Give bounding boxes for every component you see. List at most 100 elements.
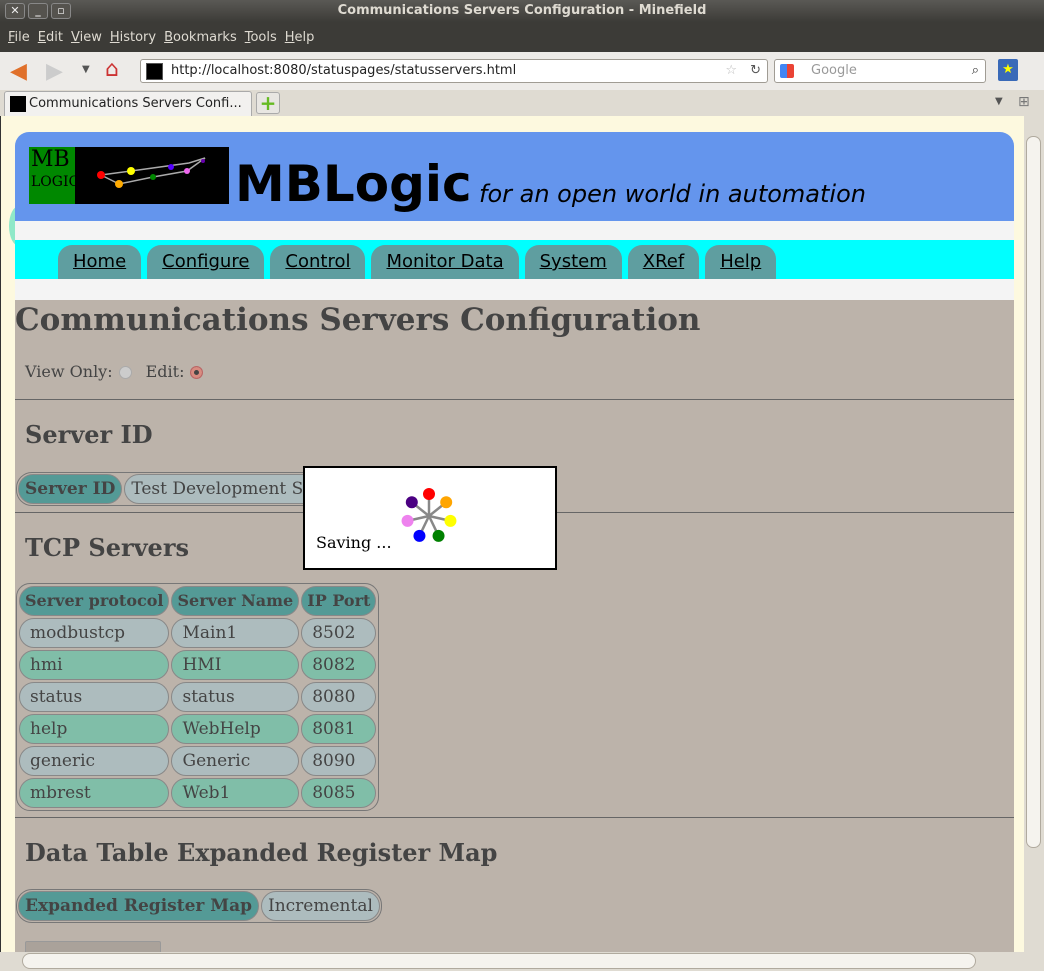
table-cell[interactable]: mbrest: [19, 778, 170, 808]
table-cell[interactable]: 8502: [301, 618, 377, 648]
spinner-dot: [401, 514, 414, 527]
server-id-heading: Server ID: [25, 420, 153, 449]
spinner-dot: [440, 496, 453, 509]
table-cell[interactable]: Generic: [171, 746, 300, 776]
horizontal-scroll-thumb[interactable]: [22, 953, 976, 969]
saving-dialog: Saving ...: [303, 466, 557, 570]
spinner-dot: [413, 529, 426, 542]
back-icon[interactable]: ◀: [10, 59, 27, 84]
nav-help[interactable]: Help: [705, 245, 777, 279]
menu-view[interactable]: View: [71, 30, 102, 45]
home-icon[interactable]: ⌂: [105, 57, 119, 82]
server-id-label: Server ID: [18, 474, 123, 504]
table-cell[interactable]: generic: [19, 746, 170, 776]
tcp-servers-table: Server protocol Server Name IP Port modb…: [16, 583, 380, 811]
table-cell[interactable]: 8080: [301, 682, 377, 712]
site-header: MB LOGIC MBLogic for an open world in aut…: [15, 132, 1014, 221]
table-cell[interactable]: 8082: [301, 650, 377, 680]
table-row: mbrest Web1 8085: [19, 778, 377, 808]
menu-help[interactable]: Help: [285, 30, 315, 45]
menu-bookmarks[interactable]: Bookmarks: [164, 30, 237, 45]
register-map-row: Expanded Register Map Incremental: [16, 889, 382, 923]
table-cell[interactable]: 8081: [301, 714, 377, 744]
mode-selector: View Only: Edit:: [25, 362, 1014, 382]
view-only-radio[interactable]: [118, 365, 132, 379]
close-window-button[interactable]: ✕: [5, 3, 25, 19]
menu-bar: File Edit View History Bookmarks Tools H…: [0, 22, 1044, 52]
menu-tools[interactable]: Tools: [245, 30, 277, 45]
table-row: hmi HMI 8082: [19, 650, 377, 680]
tab-current[interactable]: Communications Servers Confi...: [4, 91, 252, 116]
table-cell[interactable]: status: [171, 682, 300, 712]
nav-xref[interactable]: XRef: [627, 245, 700, 279]
table-row: modbustcp Main1 8502: [19, 618, 377, 648]
menu-history[interactable]: History: [110, 30, 156, 45]
register-map-heading: Data Table Expanded Register Map: [25, 838, 498, 867]
url-bar[interactable]: http://localhost:8080/statuspages/status…: [140, 59, 768, 83]
edit-label: Edit:: [145, 362, 185, 381]
show-details-button[interactable]: [25, 941, 161, 952]
bookmarks-icon[interactable]: ★: [998, 59, 1018, 81]
bookmark-star-icon[interactable]: ☆: [725, 60, 737, 82]
spinner-dot: [405, 496, 418, 509]
vertical-scrollbar[interactable]: [1024, 116, 1044, 952]
main-nav: Home Configure Control Monitor Data Syst…: [15, 240, 1014, 279]
window-titlebar: ✕ _ ▫ Communications Servers Configurati…: [0, 0, 1044, 22]
table-cell[interactable]: hmi: [19, 650, 170, 680]
nav-monitor-data[interactable]: Monitor Data: [371, 245, 519, 279]
table-cell[interactable]: modbustcp: [19, 618, 170, 648]
table-row: help WebHelp 8081: [19, 714, 377, 744]
history-dropdown-icon[interactable]: ▼: [82, 64, 90, 75]
nav-system[interactable]: System: [524, 245, 622, 279]
new-tab-button[interactable]: +: [256, 92, 280, 114]
menu-file[interactable]: File: [8, 30, 30, 45]
search-icon[interactable]: ⌕: [972, 60, 979, 82]
reload-icon[interactable]: ↻: [750, 60, 761, 82]
table-row: generic Generic 8090: [19, 746, 377, 776]
edit-radio[interactable]: [190, 365, 204, 379]
spinner-dot: [423, 488, 435, 500]
tab-bar: Communications Servers Confi... + ▼ ⊞: [0, 90, 1044, 116]
column-header: Server protocol: [19, 586, 170, 616]
tab-favicon: [10, 96, 26, 112]
page-title: Communications Servers Configuration: [15, 302, 701, 338]
forward-icon[interactable]: ▶: [46, 59, 63, 84]
column-header: IP Port: [301, 586, 377, 616]
maximize-window-button[interactable]: ▫: [51, 3, 71, 19]
search-placeholder: Google: [811, 63, 857, 78]
tab-list-icon[interactable]: ▼: [995, 96, 1003, 107]
horizontal-scrollbar[interactable]: [0, 952, 1044, 971]
table-header-row: Server protocol Server Name IP Port: [19, 586, 377, 616]
vertical-scroll-thumb[interactable]: [1026, 136, 1041, 848]
table-cell[interactable]: 8085: [301, 778, 377, 808]
site-favicon: [146, 63, 163, 80]
table-row: status status 8080: [19, 682, 377, 712]
menu-edit[interactable]: Edit: [38, 30, 63, 45]
table-cell[interactable]: WebHelp: [171, 714, 300, 744]
register-map-label: Expanded Register Map: [18, 891, 259, 921]
table-cell[interactable]: HMI: [171, 650, 300, 680]
minimize-window-button[interactable]: _: [28, 3, 48, 19]
nav-configure[interactable]: Configure: [147, 245, 265, 279]
saving-text: Saving ...: [316, 533, 392, 552]
column-header: Server Name: [171, 586, 300, 616]
brand-name: MBLogic: [235, 155, 472, 213]
spinner-dot: [432, 529, 445, 542]
table-cell[interactable]: status: [19, 682, 170, 712]
nav-control[interactable]: Control: [270, 245, 366, 279]
search-input[interactable]: Google ⌕: [774, 59, 986, 83]
tab-label: Communications Servers Confi...: [29, 96, 242, 111]
table-cell[interactable]: Web1: [171, 778, 300, 808]
table-cell[interactable]: 8090: [301, 746, 377, 776]
table-cell[interactable]: help: [19, 714, 170, 744]
register-map-value[interactable]: Incremental: [261, 891, 380, 921]
table-cell[interactable]: Main1: [171, 618, 300, 648]
url-text: http://localhost:8080/statuspages/status…: [171, 63, 517, 78]
spinner-icon: [401, 488, 457, 542]
window-title: Communications Servers Configuration - M…: [337, 3, 707, 18]
tab-groups-icon[interactable]: ⊞: [1018, 94, 1030, 110]
nav-home[interactable]: Home: [58, 245, 142, 279]
mblogic-logo: MB LOGIC: [29, 147, 229, 204]
page-body: Communications Servers Configuration Vie…: [15, 300, 1014, 952]
google-icon: [780, 64, 794, 78]
